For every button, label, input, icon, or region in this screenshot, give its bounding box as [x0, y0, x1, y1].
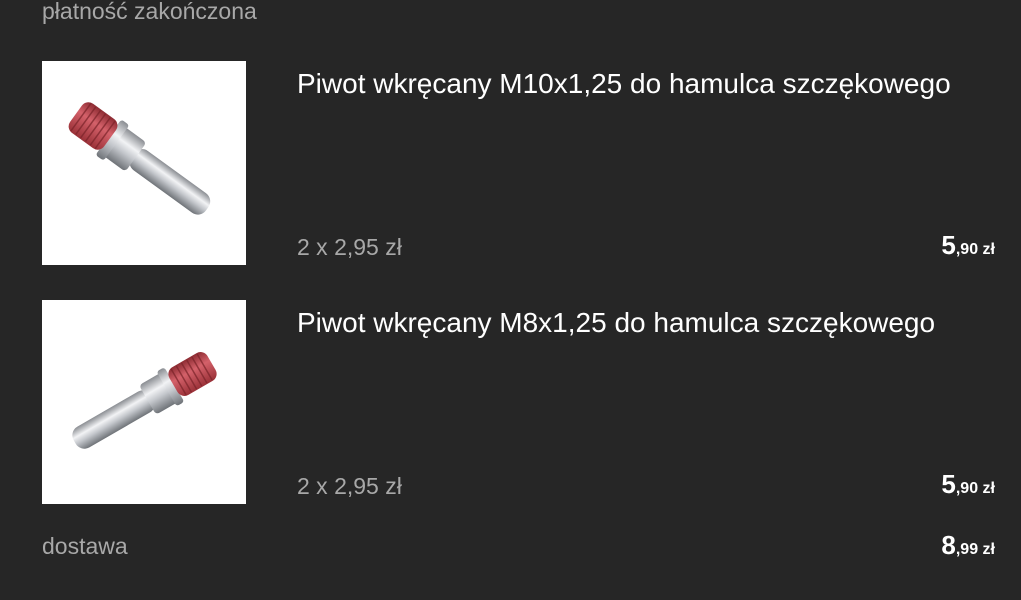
product-title[interactable]: Piwot wkręcany M8x1,25 do hamulca szczęk… [297, 306, 997, 340]
quantity-unit-price: 2 x 2,95 zł [297, 234, 402, 260]
price-integer: 5 [941, 469, 956, 499]
price-fraction-currency: ,99 zł [955, 541, 995, 558]
price-fraction-currency: ,90 zł [955, 241, 995, 258]
product-title[interactable]: Piwot wkręcany M10x1,25 do hamulca szczę… [297, 67, 997, 101]
brake-pivot-bolt-image [72, 352, 217, 449]
product-image[interactable] [42, 61, 246, 265]
item-total-price: 5,90 zł [941, 470, 995, 503]
brake-pivot-bolt-image [68, 102, 211, 215]
product-image[interactable] [42, 300, 246, 504]
delivery-label: dostawa [42, 533, 128, 559]
price-integer: 5 [941, 230, 956, 260]
item-total-price: 5,90 zł [941, 231, 995, 264]
price-fraction-currency: ,90 zł [955, 480, 995, 497]
order-item[interactable]: Piwot wkręcany M8x1,25 do hamulca szczęk… [0, 300, 1021, 505]
price-integer: 8 [941, 530, 956, 560]
payment-status: płatność zakończona [42, 0, 257, 24]
delivery-price: 8,99 zł [941, 531, 995, 564]
order-item[interactable]: Piwot wkręcany M10x1,25 do hamulca szczę… [0, 61, 1021, 266]
quantity-unit-price: 2 x 2,95 zł [297, 473, 402, 499]
